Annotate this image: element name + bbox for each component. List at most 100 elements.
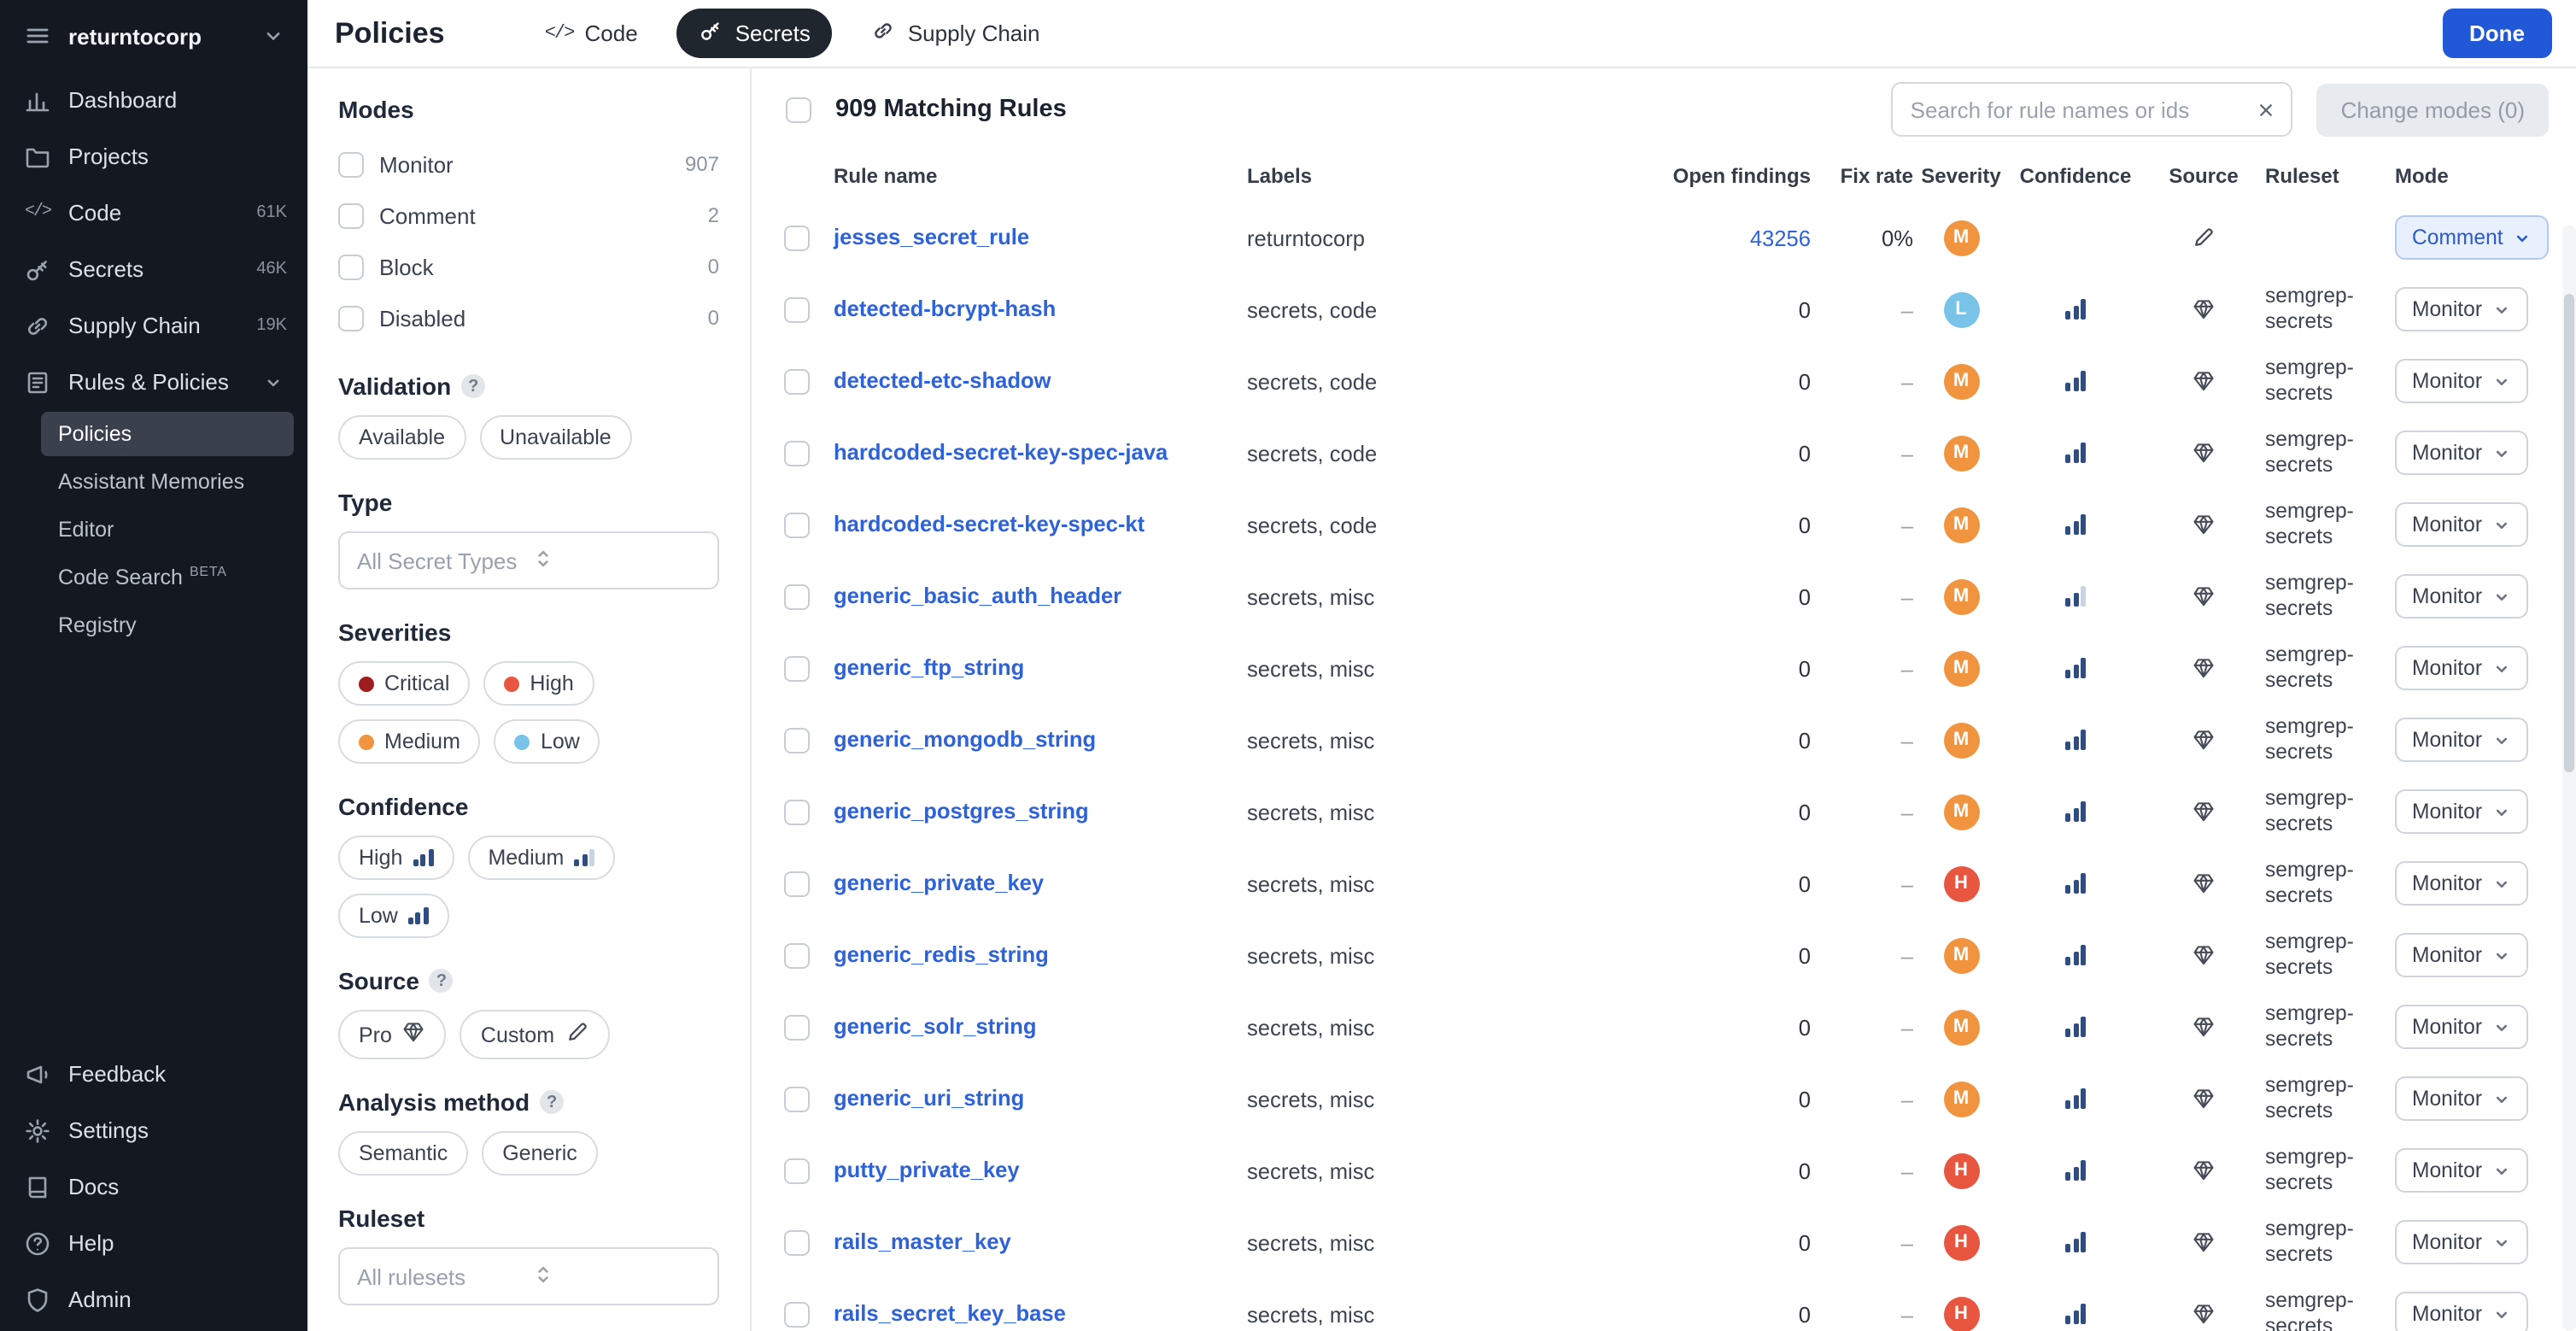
row-checkbox[interactable] bbox=[783, 655, 809, 681]
mode-filter-disabled[interactable]: Disabled 0 bbox=[338, 292, 719, 343]
rule-name-link[interactable]: rails_secret_key_base bbox=[834, 1300, 1066, 1326]
row-checkbox[interactable] bbox=[783, 296, 809, 322]
checkbox[interactable] bbox=[338, 305, 364, 331]
change-modes-button[interactable]: Change modes (0) bbox=[2317, 83, 2549, 136]
sidebar-item-dashboard[interactable]: Dashboard bbox=[0, 72, 307, 128]
sidebar-item-settings[interactable]: Settings bbox=[0, 1102, 307, 1158]
mode-dropdown[interactable]: Monitor bbox=[2395, 431, 2528, 475]
mode-filter-comment[interactable]: Comment 2 bbox=[338, 190, 719, 241]
sidebar-item-projects[interactable]: Projects bbox=[0, 128, 307, 185]
row-checkbox[interactable] bbox=[783, 1158, 809, 1183]
row-checkbox[interactable] bbox=[783, 942, 809, 968]
tab-code[interactable]: </> Code bbox=[524, 9, 660, 57]
ruleset-select[interactable]: All rulesets bbox=[338, 1247, 719, 1305]
hamburger-menu-icon[interactable] bbox=[24, 22, 51, 50]
chevron-down-icon[interactable] bbox=[260, 22, 287, 50]
rule-name-link[interactable]: rails_master_key bbox=[834, 1228, 1011, 1254]
mode-filter-monitor[interactable]: Monitor 907 bbox=[338, 138, 719, 190]
rule-name-link[interactable]: generic_private_key bbox=[834, 870, 1044, 895]
mode-dropdown[interactable]: Monitor bbox=[2395, 1148, 2528, 1193]
secret-type-select[interactable]: All Secret Types bbox=[338, 531, 719, 589]
row-checkbox[interactable] bbox=[783, 727, 809, 753]
sidebar-item-editor[interactable]: Editor bbox=[41, 507, 294, 552]
row-checkbox[interactable] bbox=[783, 225, 809, 250]
checkbox[interactable] bbox=[338, 151, 364, 177]
rule-name-link[interactable]: generic_mongodb_string bbox=[834, 726, 1096, 752]
open-findings-value[interactable]: 43256 bbox=[1657, 225, 1811, 250]
validation-available-chip[interactable]: Available bbox=[338, 415, 465, 460]
row-checkbox[interactable] bbox=[783, 1229, 809, 1255]
sidebar-item-secrets[interactable]: Secrets 46K bbox=[0, 241, 307, 297]
mode-dropdown[interactable]: Monitor bbox=[2395, 287, 2528, 331]
mode-dropdown[interactable]: Monitor bbox=[2395, 359, 2528, 403]
row-checkbox[interactable] bbox=[783, 440, 809, 466]
row-checkbox[interactable] bbox=[783, 1014, 809, 1040]
rule-name-link[interactable]: generic_redis_string bbox=[834, 941, 1049, 967]
sidebar-item-policies[interactable]: Policies bbox=[41, 412, 294, 456]
rule-name-link[interactable]: putty_private_key bbox=[834, 1157, 1020, 1182]
rule-name-link[interactable]: detected-etc-shadow bbox=[834, 367, 1051, 393]
select-all-checkbox[interactable] bbox=[786, 97, 811, 122]
rule-name-link[interactable]: jesses_secret_rule bbox=[834, 224, 1029, 249]
rule-name-link[interactable]: generic_basic_auth_header bbox=[834, 583, 1121, 608]
sidebar-item-registry[interactable]: Registry bbox=[41, 603, 294, 648]
rule-name-link[interactable]: generic_ftp_string bbox=[834, 654, 1024, 680]
mode-dropdown[interactable]: Monitor bbox=[2395, 1005, 2528, 1049]
sidebar-item-assistant-memories[interactable]: Assistant Memories bbox=[41, 460, 294, 504]
row-checkbox[interactable] bbox=[783, 583, 809, 609]
source-custom-chip[interactable]: Custom bbox=[460, 1010, 609, 1059]
confidence-medium-chip[interactable]: Medium bbox=[467, 836, 615, 880]
confidence-high-chip[interactable]: High bbox=[338, 836, 454, 880]
row-checkbox[interactable] bbox=[783, 871, 809, 896]
done-button[interactable]: Done bbox=[2442, 9, 2552, 58]
rule-name-link[interactable]: generic_postgres_string bbox=[834, 798, 1089, 824]
mode-dropdown[interactable]: Monitor bbox=[2395, 1220, 2528, 1264]
help-icon[interactable] bbox=[540, 1090, 564, 1114]
analysis-generic-chip[interactable]: Generic bbox=[482, 1131, 598, 1176]
help-icon[interactable] bbox=[430, 969, 454, 993]
org-switcher[interactable]: returntocorp bbox=[0, 0, 307, 72]
mode-dropdown[interactable]: Monitor bbox=[2395, 933, 2528, 977]
checkbox[interactable] bbox=[338, 254, 364, 279]
mode-dropdown[interactable]: Comment bbox=[2395, 215, 2550, 260]
mode-dropdown[interactable]: Monitor bbox=[2395, 1076, 2528, 1121]
mode-dropdown[interactable]: Monitor bbox=[2395, 574, 2528, 619]
row-checkbox[interactable] bbox=[783, 512, 809, 537]
sidebar-item-docs[interactable]: Docs bbox=[0, 1158, 307, 1215]
severity-low-chip[interactable]: Low bbox=[495, 719, 600, 764]
rule-name-link[interactable]: hardcoded-secret-key-spec-kt bbox=[834, 511, 1145, 537]
row-checkbox[interactable] bbox=[783, 799, 809, 824]
mode-dropdown[interactable]: Monitor bbox=[2395, 861, 2528, 906]
vertical-scrollbar[interactable] bbox=[2562, 226, 2576, 1331]
row-checkbox[interactable] bbox=[783, 1301, 809, 1327]
tab-supply-chain[interactable]: Supply Chain bbox=[850, 9, 1063, 58]
mode-filter-block[interactable]: Block 0 bbox=[338, 241, 719, 292]
clear-search-icon[interactable] bbox=[2252, 96, 2280, 123]
rule-name-link[interactable]: detected-bcrypt-hash bbox=[834, 296, 1056, 321]
mode-dropdown[interactable]: Monitor bbox=[2395, 646, 2528, 690]
tab-secrets[interactable]: Secrets bbox=[677, 9, 833, 58]
mode-dropdown[interactable]: Monitor bbox=[2395, 789, 2528, 834]
rule-name-link[interactable]: generic_solr_string bbox=[834, 1013, 1037, 1039]
mode-dropdown[interactable]: Monitor bbox=[2395, 718, 2528, 762]
sidebar-item-code-search[interactable]: Code SearchBETA bbox=[41, 555, 294, 600]
scrollbar-thumb[interactable] bbox=[2564, 294, 2574, 772]
severity-high-chip[interactable]: High bbox=[483, 661, 594, 706]
row-checkbox[interactable] bbox=[783, 368, 809, 394]
sidebar-item-code[interactable]: </> Code 61K bbox=[0, 185, 307, 241]
source-pro-chip[interactable]: Pro bbox=[338, 1010, 447, 1059]
rule-name-link[interactable]: generic_uri_string bbox=[834, 1085, 1024, 1111]
validation-unavailable-chip[interactable]: Unavailable bbox=[479, 415, 632, 460]
rule-name-link[interactable]: hardcoded-secret-key-spec-java bbox=[834, 439, 1168, 465]
mode-dropdown[interactable]: Monitor bbox=[2395, 1292, 2528, 1331]
analysis-semantic-chip[interactable]: Semantic bbox=[338, 1131, 468, 1176]
checkbox[interactable] bbox=[338, 202, 364, 228]
sidebar-item-help[interactable]: Help bbox=[0, 1215, 307, 1271]
search-input[interactable] bbox=[1892, 82, 2293, 137]
sidebar-item-rules-policies[interactable]: Rules & Policies bbox=[0, 354, 307, 410]
sidebar-item-supply-chain[interactable]: Supply Chain 19K bbox=[0, 297, 307, 354]
severity-critical-chip[interactable]: Critical bbox=[338, 661, 470, 706]
confidence-low-chip[interactable]: Low bbox=[338, 894, 449, 938]
sidebar-item-admin[interactable]: Admin bbox=[0, 1271, 307, 1328]
sidebar-item-feedback[interactable]: Feedback bbox=[0, 1046, 307, 1102]
